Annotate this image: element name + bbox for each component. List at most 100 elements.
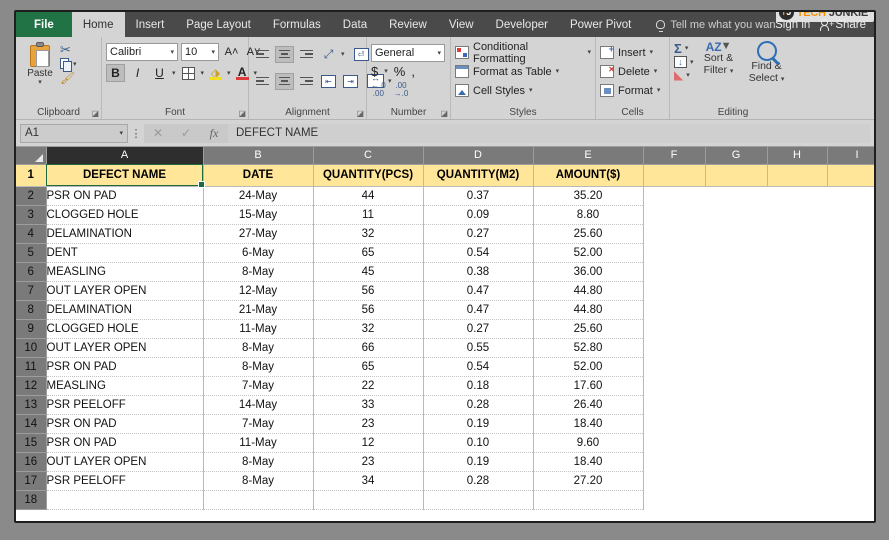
row-header-12[interactable]: 12 <box>16 376 47 396</box>
align-center-button[interactable] <box>275 72 294 90</box>
cell-c12[interactable]: 22 <box>313 376 424 396</box>
cell-h5[interactable] <box>767 243 827 262</box>
row-header-3[interactable]: 3 <box>16 205 47 225</box>
fill-button[interactable]: ↓ ▾ <box>674 56 694 68</box>
row-header-4[interactable]: 4 <box>16 224 47 244</box>
cell-i1[interactable] <box>827 164 874 187</box>
cell-i15[interactable] <box>827 433 874 452</box>
row-header-2[interactable]: 2 <box>16 186 47 206</box>
number-format-combo[interactable]: General ▾ <box>371 44 445 62</box>
table-row[interactable]: 3 CLOGGED HOLE 15-May 11 0.09 8.80 <box>16 205 874 225</box>
cell-c1[interactable]: QUANTITY(PCS) <box>313 164 424 187</box>
cell-c18[interactable] <box>313 490 424 510</box>
cell-g12[interactable] <box>705 376 767 395</box>
sort-filter-button[interactable]: A​Z ▼ Sort & Filter ▾ <box>696 40 742 77</box>
italic-button[interactable]: I <box>128 64 147 82</box>
find-select-button[interactable]: Find & Select ▾ <box>744 40 790 85</box>
column-header-i[interactable]: I <box>827 147 874 165</box>
cell-a14[interactable]: PSR ON PAD <box>46 414 204 434</box>
cell-c9[interactable]: 32 <box>313 319 424 339</box>
cell-a12[interactable]: MEASLING <box>46 376 204 396</box>
chevron-down-icon[interactable]: ▾ <box>227 70 231 77</box>
row-header-14[interactable]: 14 <box>16 414 47 434</box>
cell-g2[interactable] <box>705 186 767 205</box>
cell-h3[interactable] <box>767 205 827 224</box>
cell-f2[interactable] <box>643 186 705 205</box>
cell-f7[interactable] <box>643 281 705 300</box>
row-header-1[interactable]: 1 <box>16 164 47 187</box>
cell-a4[interactable]: DELAMINATION <box>46 224 204 244</box>
row-header-15[interactable]: 15 <box>16 433 47 453</box>
cell-c3[interactable]: 11 <box>313 205 424 225</box>
cut-button[interactable]: ✂ <box>60 43 77 56</box>
cell-d14[interactable]: 0.19 <box>423 414 534 434</box>
font-name-combo[interactable]: Calibri ▾ <box>106 43 178 61</box>
cell-i7[interactable] <box>827 281 874 300</box>
cell-b1[interactable]: DATE <box>203 164 314 187</box>
table-row[interactable]: 9 CLOGGED HOLE 11-May 32 0.27 25.60 <box>16 319 874 339</box>
cell-styles-button[interactable]: Cell Styles ▾ <box>455 81 532 100</box>
cell-i18[interactable] <box>827 490 874 509</box>
cell-d3[interactable]: 0.09 <box>423 205 534 225</box>
cell-c11[interactable]: 65 <box>313 357 424 377</box>
row-header-18[interactable]: 18 <box>16 490 47 510</box>
select-all-corner[interactable] <box>16 147 47 165</box>
formula-input[interactable]: DEFECT NAME <box>228 123 870 143</box>
cell-d2[interactable]: 0.37 <box>423 186 534 206</box>
cell-g16[interactable] <box>705 452 767 471</box>
format-as-table-button[interactable]: Format as Table ▾ <box>455 62 559 81</box>
cell-i16[interactable] <box>827 452 874 471</box>
cell-g8[interactable] <box>705 300 767 319</box>
cell-i4[interactable] <box>827 224 874 243</box>
bold-button[interactable]: B <box>106 64 125 82</box>
cell-a11[interactable]: PSR ON PAD <box>46 357 204 377</box>
cell-b8[interactable]: 21-May <box>203 300 314 320</box>
cell-g3[interactable] <box>705 205 767 224</box>
column-header-b[interactable]: B <box>203 147 314 165</box>
cell-d17[interactable]: 0.28 <box>423 471 534 491</box>
cell-e2[interactable]: 35.20 <box>533 186 644 206</box>
cell-f5[interactable] <box>643 243 705 262</box>
cell-h4[interactable] <box>767 224 827 243</box>
cell-b15[interactable]: 11-May <box>203 433 314 453</box>
format-cells-button[interactable]: Format ▾ <box>600 81 660 100</box>
font-dialog-launcher[interactable]: ◪ <box>238 109 246 118</box>
cell-f12[interactable] <box>643 376 705 395</box>
cell-e1[interactable]: AMOUNT($) <box>533 164 644 187</box>
column-header-h[interactable]: H <box>767 147 828 165</box>
insert-cells-button[interactable]: Insert ▾ <box>600 43 653 62</box>
cell-b10[interactable]: 8-May <box>203 338 314 358</box>
cell-c8[interactable]: 56 <box>313 300 424 320</box>
cell-a5[interactable]: DENT <box>46 243 204 263</box>
clear-button[interactable]: ◣ ▾ <box>674 69 694 81</box>
cell-h2[interactable] <box>767 186 827 205</box>
cell-b7[interactable]: 12-May <box>203 281 314 301</box>
cell-e7[interactable]: 44.80 <box>533 281 644 301</box>
cell-e8[interactable]: 44.80 <box>533 300 644 320</box>
cell-b17[interactable]: 8-May <box>203 471 314 491</box>
cell-d5[interactable]: 0.54 <box>423 243 534 263</box>
cell-g17[interactable] <box>705 471 767 490</box>
tab-power-pivot[interactable]: Power Pivot <box>559 12 642 37</box>
cell-h14[interactable] <box>767 414 827 433</box>
cell-a7[interactable]: OUT LAYER OPEN <box>46 281 204 301</box>
cell-i9[interactable] <box>827 319 874 338</box>
cell-d15[interactable]: 0.10 <box>423 433 534 453</box>
row-header-7[interactable]: 7 <box>16 281 47 301</box>
cell-f6[interactable] <box>643 262 705 281</box>
cell-b3[interactable]: 15-May <box>203 205 314 225</box>
cell-f14[interactable] <box>643 414 705 433</box>
cell-d9[interactable]: 0.27 <box>423 319 534 339</box>
cell-c15[interactable]: 12 <box>313 433 424 453</box>
tab-data[interactable]: Data <box>332 12 378 37</box>
cell-c4[interactable]: 32 <box>313 224 424 244</box>
row-header-11[interactable]: 11 <box>16 357 47 377</box>
table-row[interactable]: 13 PSR PEELOFF 14-May 33 0.28 26.40 <box>16 395 874 415</box>
cell-f18[interactable] <box>643 490 705 509</box>
formula-bar-menu-icon[interactable]: ⋮ <box>128 127 144 140</box>
cell-h10[interactable] <box>767 338 827 357</box>
cell-h13[interactable] <box>767 395 827 414</box>
cell-d4[interactable]: 0.27 <box>423 224 534 244</box>
column-header-g[interactable]: G <box>705 147 768 165</box>
cell-e9[interactable]: 25.60 <box>533 319 644 339</box>
